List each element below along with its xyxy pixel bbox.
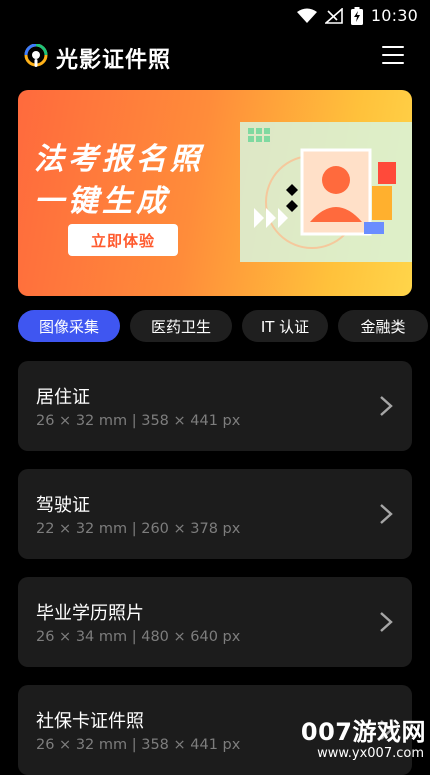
status-time: 10:30: [370, 6, 418, 25]
card-size: 26 × 32 mm | 358 × 441 px: [36, 413, 241, 429]
status-icons: 10:30: [296, 6, 418, 25]
tab-it-certification[interactable]: IT 认证: [242, 310, 328, 342]
chevron-right-icon: [380, 396, 393, 416]
banner-headline: 法考报名照: [34, 142, 204, 177]
try-now-button[interactable]: 立即体验: [68, 224, 178, 256]
app-header: 光影证件照: [0, 36, 430, 80]
tab-image-capture[interactable]: 图像采集: [18, 310, 120, 342]
chevron-right-icon: [380, 612, 393, 632]
banner-subheadline: 一键生成: [34, 184, 170, 219]
menu-bar: [382, 46, 404, 48]
list-item[interactable]: 居住证 26 × 32 mm | 358 × 441 px: [18, 361, 412, 451]
card-size: 26 × 32 mm | 358 × 441 px: [36, 737, 241, 753]
menu-bar: [382, 62, 404, 64]
chevron-right-icon: [380, 504, 393, 524]
card-title: 毕业学历照片: [36, 603, 144, 624]
app-logo-icon: [24, 44, 48, 67]
card-title: 居住证: [36, 387, 90, 408]
app-title: 光影证件照: [56, 48, 172, 73]
tab-finance[interactable]: 金融类: [338, 310, 428, 342]
list-item[interactable]: 驾驶证 22 × 32 mm | 260 × 378 px: [18, 469, 412, 559]
site-watermark: 007游戏网 www.yx007.com: [298, 712, 426, 766]
status-bar: 10:30: [0, 0, 430, 32]
watermark-text: 007游戏网: [300, 718, 426, 746]
card-title: 驾驶证: [36, 495, 90, 516]
menu-bar: [382, 54, 404, 56]
menu-button[interactable]: [382, 44, 404, 66]
banner-illustration: [240, 122, 412, 262]
card-size: 26 × 34 mm | 480 × 640 px: [36, 629, 241, 645]
list-item[interactable]: 毕业学历照片 26 × 34 mm | 480 × 640 px: [18, 577, 412, 667]
no-signal-icon: [324, 7, 343, 24]
category-tabs: 图像采集 医药卫生 IT 认证 金融类: [18, 310, 430, 344]
watermark-url: www.yx007.com: [317, 746, 424, 761]
card-title: 社保卡证件照: [36, 711, 144, 732]
wifi-icon: [296, 8, 317, 23]
card-size: 22 × 32 mm | 260 × 378 px: [36, 521, 241, 537]
battery-charging-icon: [350, 6, 363, 25]
tab-medical[interactable]: 医药卫生: [130, 310, 232, 342]
promo-banner[interactable]: 法考报名照 一键生成 立即体验: [18, 90, 412, 296]
